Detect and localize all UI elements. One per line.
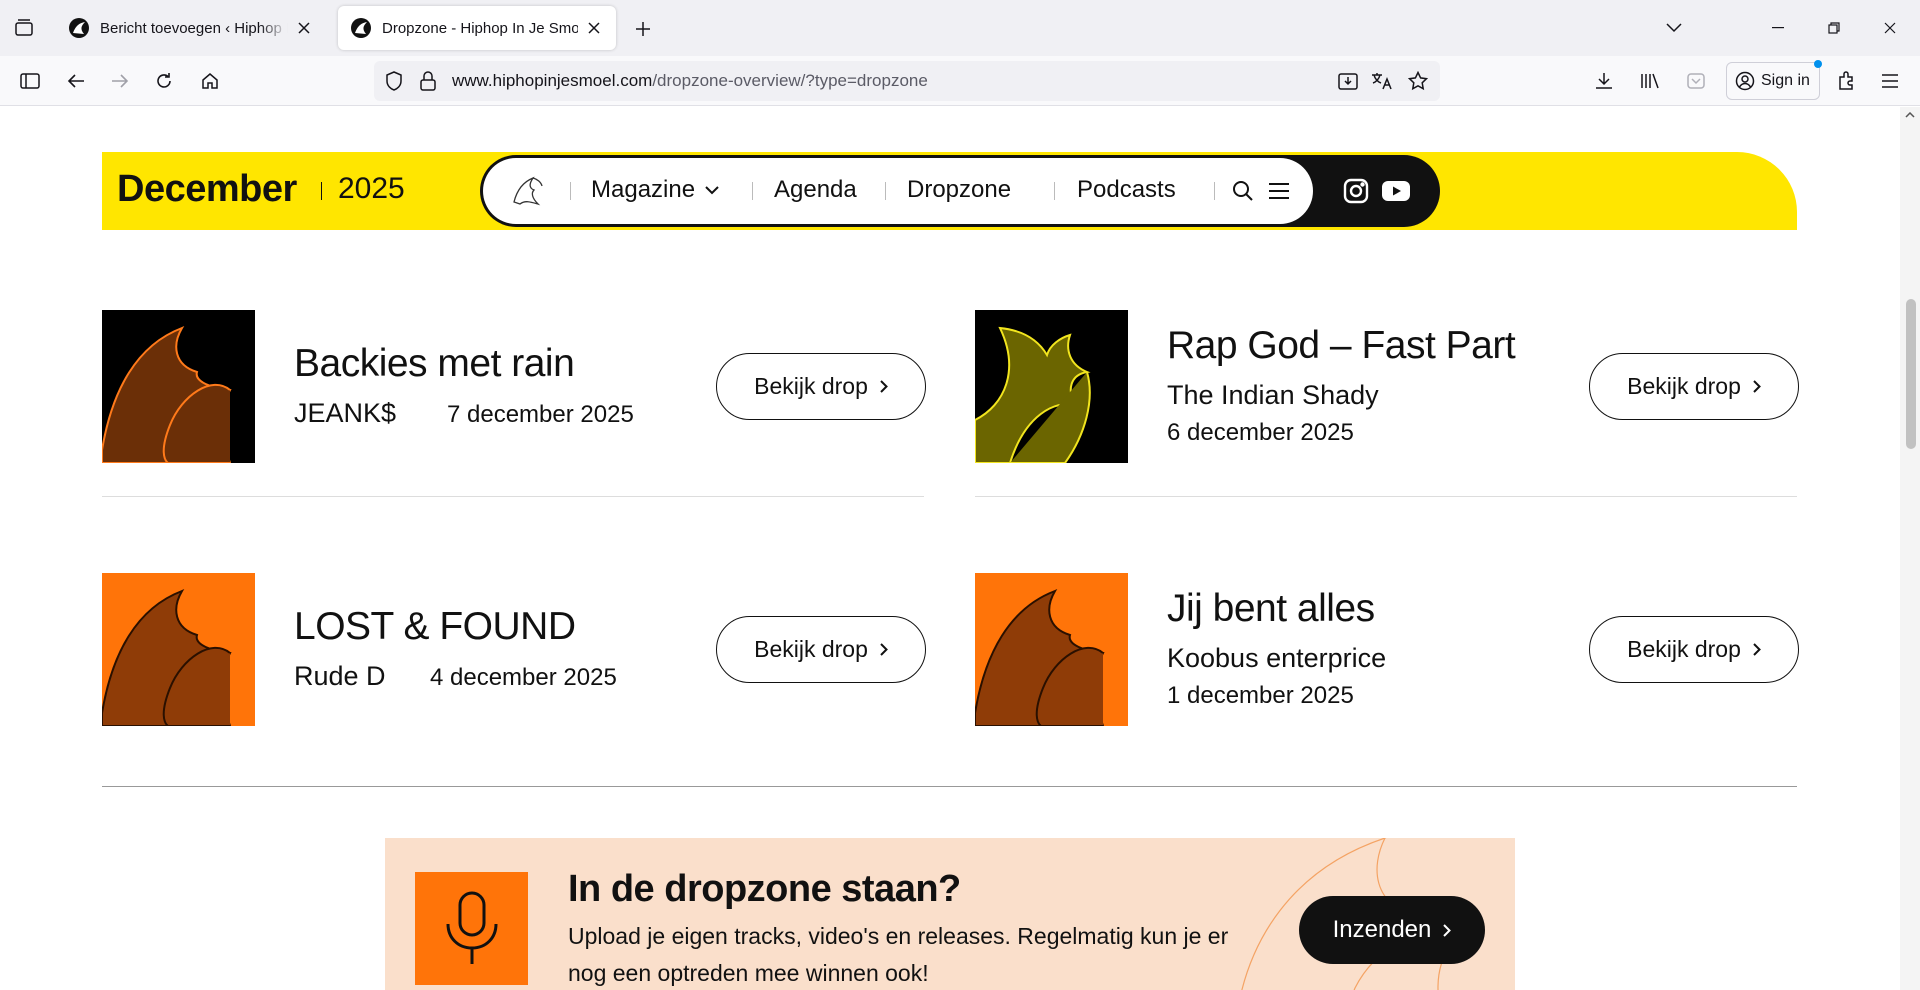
site-header: December 2025 Magazine Agenda Dropzone P… — [102, 152, 1797, 230]
bekijk-drop-button[interactable]: Bekijk drop — [1589, 616, 1799, 683]
menu-icon[interactable] — [1876, 67, 1904, 95]
drop-item: Backies met rain JEANK$ 7 december 2025 … — [102, 310, 926, 497]
header-month: December — [117, 168, 297, 210]
restore-icon[interactable] — [1820, 14, 1848, 42]
drop-title[interactable]: Rap God – Fast Part — [1167, 324, 1516, 368]
drop-item: Rap God – Fast Part The Indian Shady 6 d… — [975, 310, 1799, 497]
drop-artist: The Indian Shady — [1167, 380, 1379, 410]
chevron-right-icon — [1443, 923, 1452, 937]
drop-date: 4 december 2025 — [430, 664, 617, 691]
tab-list-icon[interactable] — [10, 14, 38, 42]
drop-artist: JEANK$ — [294, 398, 397, 428]
nav-divider — [1054, 182, 1055, 200]
bekijk-drop-button[interactable]: Bekijk drop — [716, 353, 926, 420]
instagram-icon[interactable] — [1342, 177, 1370, 205]
browser-toolbar: www.hiphopinjesmoel.com/dropzone-overvie… — [0, 56, 1920, 106]
drop-cover-image[interactable] — [975, 310, 1128, 463]
drop-item: Jij bent alles Koobus enterprice 1 decem… — [975, 573, 1799, 758]
microphone-icon — [415, 872, 528, 985]
chevron-right-icon — [880, 380, 888, 393]
nav-divider — [885, 182, 886, 200]
drop-title[interactable]: LOST & FOUND — [294, 605, 576, 649]
web-page: December 2025 Magazine Agenda Dropzone P… — [0, 107, 1900, 990]
nav-divider — [1214, 182, 1215, 200]
main-navigation: Magazine Agenda Dropzone Podcasts — [480, 155, 1440, 227]
lock-icon[interactable] — [416, 69, 440, 93]
chevron-down-icon — [705, 185, 719, 195]
header-divider — [321, 182, 322, 200]
new-tab-icon[interactable] — [630, 16, 656, 42]
drop-date: 1 december 2025 — [1167, 682, 1354, 709]
drop-title[interactable]: Backies met rain — [294, 342, 575, 386]
nav-podcasts[interactable]: Podcasts — [1077, 176, 1176, 204]
drop-divider — [102, 496, 924, 497]
hamburger-menu-icon[interactable] — [1267, 179, 1291, 203]
drop-artist: Koobus enterprice — [1167, 643, 1387, 673]
youtube-icon[interactable] — [1382, 177, 1410, 205]
tab-title: Bericht toevoegen ‹ Hiphop In Je Smoel — [100, 19, 288, 37]
list-all-tabs-icon[interactable] — [1660, 14, 1688, 42]
cta-description: Upload je eigen tracks, video's en relea… — [568, 923, 1229, 986]
site-favicon-icon — [351, 18, 371, 38]
dropzone-cta-banner: In de dropzone staan? Upload je eigen tr… — [385, 838, 1515, 990]
nav-magazine[interactable]: Magazine — [591, 176, 719, 204]
header-year: 2025 — [338, 172, 405, 205]
forward-icon[interactable] — [106, 67, 134, 95]
reload-icon[interactable] — [150, 67, 178, 95]
pocket-icon[interactable] — [1682, 67, 1710, 95]
drop-title[interactable]: Jij bent alles — [1167, 587, 1375, 631]
drop-artist: Rude D — [294, 661, 386, 691]
drop-date: 6 december 2025 — [1167, 419, 1354, 446]
site-logo-icon[interactable] — [511, 174, 545, 208]
section-divider — [102, 786, 1797, 787]
browser-tab-bericht[interactable]: Bericht toevoegen ‹ Hiphop In Je Smoel — [56, 6, 326, 50]
search-icon[interactable] — [1231, 179, 1255, 203]
chevron-right-icon — [1753, 643, 1761, 656]
drop-divider — [975, 496, 1797, 497]
browser-tab-dropzone[interactable]: Dropzone - Hiphop In Je Smoel — [338, 6, 616, 50]
nav-divider — [570, 182, 571, 200]
nav-pill: Magazine Agenda Dropzone Podcasts — [483, 158, 1313, 224]
tracking-protection-icon[interactable] — [382, 69, 406, 93]
inzenden-button[interactable]: Inzenden — [1299, 896, 1485, 964]
close-tab-icon[interactable] — [584, 18, 604, 38]
bekijk-drop-button[interactable]: Bekijk drop — [716, 616, 926, 683]
nav-agenda[interactable]: Agenda — [774, 176, 857, 204]
chevron-right-icon — [880, 643, 888, 656]
drop-cover-image[interactable] — [975, 573, 1128, 726]
browser-tab-bar: Bericht toevoegen ‹ Hiphop In Je Smoel D… — [0, 0, 1920, 56]
tab-title: Dropzone - Hiphop In Je Smoel — [382, 19, 578, 37]
extensions-icon[interactable] — [1832, 67, 1860, 95]
address-bar[interactable]: www.hiphopinjesmoel.com/dropzone-overvie… — [374, 61, 1440, 101]
drop-item: LOST & FOUND Rude D 4 december 2025 Beki… — [102, 573, 926, 758]
drop-cover-image[interactable] — [102, 310, 255, 463]
translate-icon[interactable] — [1370, 69, 1394, 93]
sidebar-icon[interactable] — [16, 67, 44, 95]
drop-cover-image[interactable] — [102, 573, 255, 726]
nav-dropzone[interactable]: Dropzone — [907, 176, 1011, 204]
library-icon[interactable] — [1636, 67, 1664, 95]
page-scrollbar[interactable] — [1900, 107, 1920, 990]
nav-divider — [752, 182, 753, 200]
chevron-right-icon — [1753, 380, 1761, 393]
drop-date: 7 december 2025 — [447, 401, 634, 428]
close-tab-icon[interactable] — [294, 18, 314, 38]
scrollbar-thumb[interactable] — [1906, 299, 1916, 449]
close-window-icon[interactable] — [1876, 14, 1904, 42]
url-text: www.hiphopinjesmoel.com/dropzone-overvie… — [452, 71, 928, 90]
bekijk-drop-button[interactable]: Bekijk drop — [1589, 353, 1799, 420]
minimize-icon[interactable] — [1764, 14, 1792, 42]
cta-title: In de dropzone staan? — [568, 868, 961, 910]
downloads-icon[interactable] — [1590, 67, 1618, 95]
home-icon[interactable] — [196, 67, 224, 95]
scroll-up-arrow-icon[interactable] — [1904, 109, 1916, 121]
sign-in-button[interactable]: Sign in — [1726, 60, 1822, 100]
account-icon — [1735, 71, 1755, 91]
back-icon[interactable] — [62, 67, 90, 95]
bookmark-star-icon[interactable] — [1406, 69, 1430, 93]
install-app-icon[interactable] — [1336, 69, 1360, 93]
site-favicon-icon — [69, 18, 89, 38]
